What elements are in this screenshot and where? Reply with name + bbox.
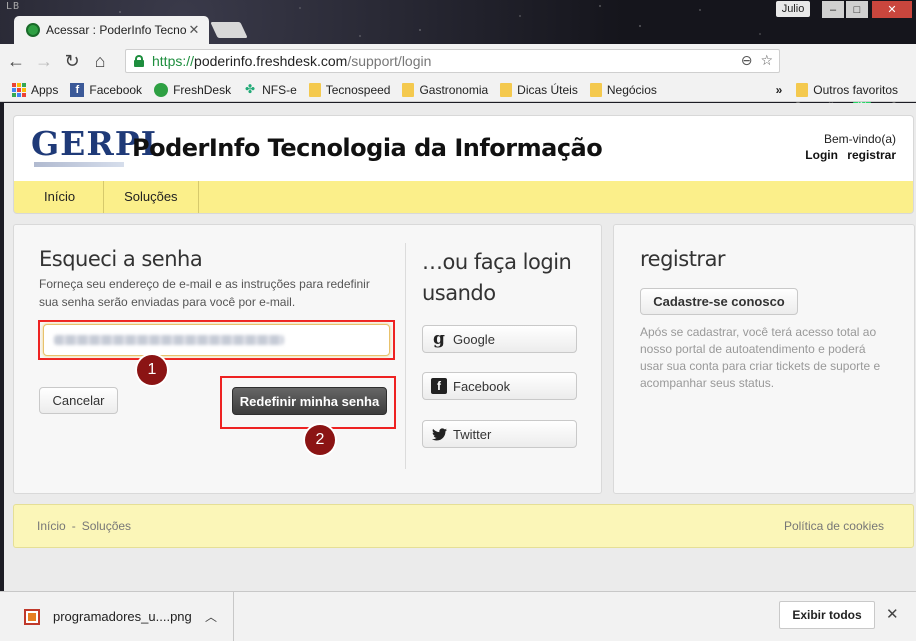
folder-icon (402, 82, 415, 97)
step-badge-2: 2 (305, 425, 335, 455)
facebook-icon: f (431, 378, 447, 394)
email-input[interactable] (43, 324, 390, 356)
twitter-login-button[interactable]: Twitter (422, 420, 577, 448)
new-tab-button[interactable] (210, 22, 248, 38)
bookmark-gastronomia[interactable]: Gastronomia (402, 82, 488, 97)
address-bar[interactable]: https:// poderinfo.freshdesk.com /suppor… (125, 49, 780, 73)
login-link[interactable]: Login (805, 148, 838, 162)
twitter-icon (431, 426, 447, 442)
tab-close-icon[interactable]: ✕ (187, 22, 201, 38)
facebook-login-button[interactable]: f Facebook (422, 372, 577, 400)
other-bookmarks[interactable]: Outros favoritos (796, 82, 898, 97)
zoom-icon[interactable]: ⊖ (741, 52, 753, 69)
logo-underline (34, 162, 124, 167)
welcome-text: Bem-vindo(a) (823, 132, 896, 146)
close-download-bar-icon[interactable]: ✕ (886, 605, 899, 623)
folder-icon (796, 82, 809, 97)
reset-highlight: Redefinir minha senha (220, 376, 396, 429)
google-login-button[interactable]: g Google (422, 325, 577, 353)
forgot-password-panel: Esqueci a senha Forneça seu endereço de … (13, 224, 602, 494)
forgot-title: Esqueci a senha (39, 247, 203, 271)
cookie-policy-link[interactable]: Política de cookies (784, 519, 884, 533)
apps-icon (12, 82, 26, 97)
site-header: GERPI PoderInfo Tecnologia da Informação… (13, 115, 914, 181)
cancel-button[interactable]: Cancelar (39, 387, 118, 414)
browser-toolbar: ← → ↻ ⌂ https:// poderinfo.freshdesk.com… (0, 44, 916, 113)
download-bar: programadores_u....png ︿ Exibir todos ✕ (0, 591, 916, 641)
download-file-name: programadores_u....png (53, 609, 192, 624)
download-item[interactable]: programadores_u....png ︿ (0, 592, 234, 641)
bookmarks-bar: Apps f Facebook FreshDesk ✤ NFS-e Tecnos… (0, 78, 916, 102)
reload-icon[interactable]: ↻ (60, 49, 84, 73)
footer-home-link[interactable]: Início (37, 519, 66, 533)
bookmark-tecnospeed[interactable]: Tecnospeed (308, 82, 390, 97)
nav-home[interactable]: Início (14, 181, 105, 213)
page-content: GERPI PoderInfo Tecnologia da Informação… (4, 103, 916, 591)
nav-solutions[interactable]: Soluções (104, 181, 199, 213)
bookmarks-overflow-button[interactable]: » (776, 83, 783, 97)
url-scheme: https:// (152, 53, 195, 69)
site-footer: Início - Soluções Política de cookies (13, 504, 914, 548)
bookmark-apps[interactable]: Apps (12, 82, 58, 97)
register-panel: registrar Cadastre-se conosco Após se ca… (613, 224, 915, 494)
tab-title: Acessar : PoderInfo Tecnol (46, 23, 187, 37)
panel-divider (405, 243, 406, 469)
freshdesk-icon (154, 82, 169, 97)
register-link[interactable]: registrar (847, 148, 896, 162)
bookmark-negocios[interactable]: Negócios (589, 82, 657, 97)
freshdesk-favicon-icon (26, 23, 40, 37)
register-description: Após se cadastrar, você terá acesso tota… (640, 325, 881, 390)
forward-icon[interactable]: → (32, 49, 56, 73)
url-path: /support/login (347, 53, 432, 69)
lb-logo: LB (6, 1, 21, 12)
back-icon[interactable]: ← (4, 49, 28, 73)
bookmark-nfse[interactable]: ✤ NFS-e (243, 83, 297, 97)
chevron-up-icon[interactable]: ︿ (205, 608, 217, 625)
bookmark-facebook[interactable]: f Facebook (70, 82, 142, 97)
company-name: PoderInfo Tecnologia da Informação (132, 134, 603, 162)
bookmark-freshdesk[interactable]: FreshDesk (154, 82, 231, 97)
forgot-description: Forneça seu endereço de e-mail e as inst… (39, 277, 370, 309)
image-file-icon (24, 608, 40, 625)
site-nav: Início Soluções (13, 181, 914, 214)
folder-icon (589, 82, 602, 97)
reset-password-button[interactable]: Redefinir minha senha (232, 387, 387, 415)
folder-icon (308, 82, 321, 97)
folder-icon (500, 82, 513, 97)
home-icon[interactable]: ⌂ (88, 49, 112, 73)
signup-button[interactable]: Cadastre-se conosco (640, 288, 798, 315)
blurred-email-value (54, 335, 284, 345)
nfse-icon: ✤ (245, 82, 256, 96)
bookmark-dicas-uteis[interactable]: Dicas Úteis (500, 82, 578, 97)
bookmark-star-icon[interactable]: ☆ (760, 52, 773, 69)
minimize-button[interactable]: – (822, 1, 844, 18)
footer-solutions-link[interactable]: Soluções (82, 519, 131, 533)
close-window-button[interactable]: ✕ (872, 1, 912, 18)
step-badge-1: 1 (137, 355, 167, 385)
register-title: registrar (640, 247, 726, 271)
url-host: poderinfo.freshdesk.com (194, 53, 348, 69)
maximize-button[interactable]: □ (846, 1, 868, 18)
browser-tab[interactable]: Acessar : PoderInfo Tecnol ✕ (14, 16, 209, 44)
show-all-downloads-button[interactable]: Exibir todos (779, 601, 875, 629)
profile-button[interactable]: Julio (776, 1, 810, 17)
footer-separator: - (71, 519, 76, 533)
facebook-icon: f (70, 82, 85, 97)
lock-icon (134, 55, 144, 67)
social-login-title: …ou faça login usando (422, 250, 572, 305)
google-icon: g (433, 329, 445, 349)
window-titlebar: LB Acessar : PoderInfo Tecnol ✕ Julio – … (0, 0, 916, 44)
email-highlight (38, 320, 395, 360)
